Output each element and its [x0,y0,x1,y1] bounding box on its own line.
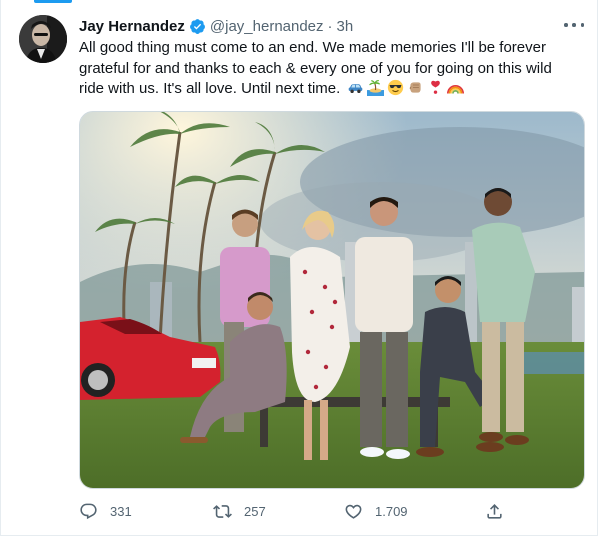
heart-exclamation-icon [427,79,444,96]
tweet-timestamp[interactable]: 3h [337,18,354,35]
tweet-header: Jay Hernandez @jay_hernandez · 3h [79,17,353,35]
left-border [0,0,1,536]
retweet-count: 257 [244,503,266,519]
author-avatar[interactable] [19,15,67,63]
tweet-photo[interactable] [79,111,585,489]
fist-icon [407,79,424,96]
retweet-icon [213,502,232,521]
author-name[interactable]: Jay Hernandez [79,18,185,35]
island-icon [367,79,385,96]
emoji-row [347,79,465,96]
share-icon [485,502,504,521]
like-count: 1.709 [375,503,408,519]
reply-count: 331 [110,503,132,519]
tweet-text: All good thing must come to an end. We m… [79,39,552,97]
tweet-body: All good thing must come to an end. We m… [79,38,579,100]
more-options-icon[interactable] [564,17,584,33]
author-handle[interactable]: @jay_hernandez [210,18,324,35]
separator-dot: · [327,17,333,35]
active-tab-indicator [34,0,72,3]
top-bar [0,0,598,4]
reply-icon [79,502,98,521]
retweet-button[interactable]: 257 [213,500,266,522]
like-button[interactable]: 1.709 [344,500,408,522]
car-icon [347,79,364,96]
reply-button[interactable]: 331 [79,500,132,522]
rainbow-icon [447,79,465,96]
heart-icon [344,502,363,521]
share-button[interactable] [485,500,504,522]
verified-badge-icon [189,18,206,35]
tweet-actions: 331 257 1.709 [79,500,509,522]
sunglasses-face-icon [387,79,404,96]
